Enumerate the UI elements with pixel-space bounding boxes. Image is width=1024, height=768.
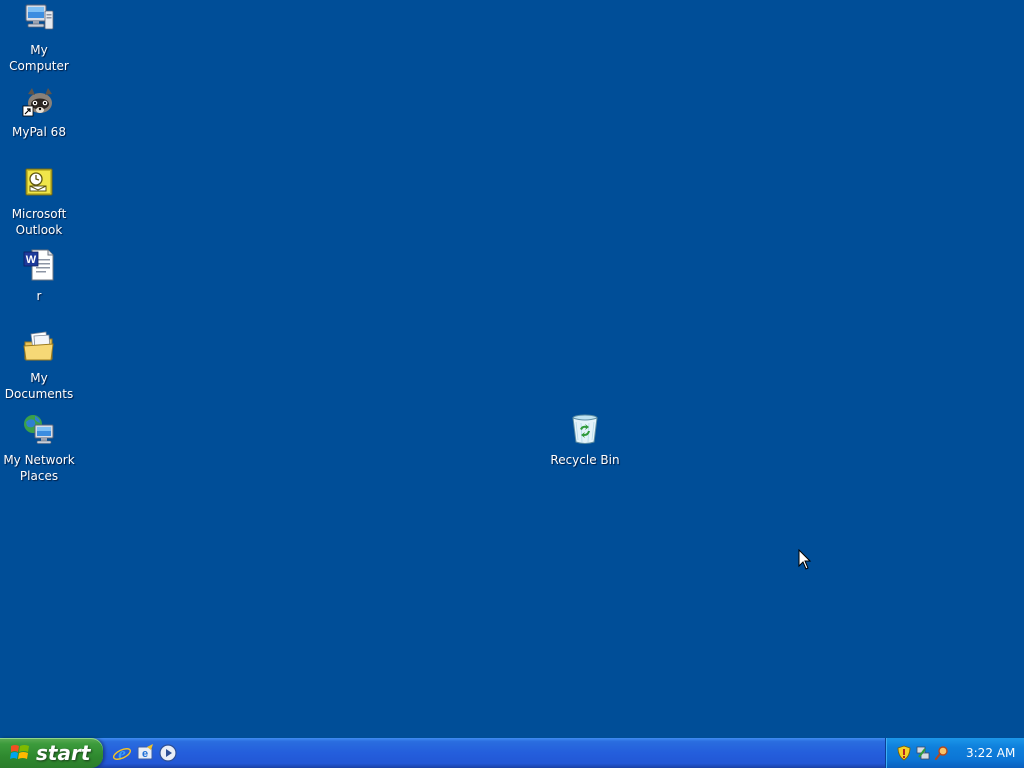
network-places-icon — [24, 415, 54, 444]
desktop-icon-recycle-bin[interactable]: Recycle Bin — [546, 412, 624, 468]
desktop-icon-outlook[interactable]: Microsoft Outlook — [0, 166, 78, 238]
internet-explorer-icon[interactable]: e — [112, 743, 132, 763]
word-document-icon: W — [23, 249, 54, 281]
security-shield-icon[interactable] — [896, 745, 912, 761]
outlook-icon — [25, 168, 53, 196]
desktop-icon-mypal[interactable]: MyPal 68 — [0, 84, 78, 140]
system-tray: 3:22 AM — [885, 738, 1024, 768]
desktop: My Computer MyPal 68 Microsoft Outlook W… — [0, 0, 1024, 738]
desktop-icon-label: Recycle Bin — [550, 453, 620, 467]
media-player-icon[interactable] — [158, 743, 178, 763]
svg-text:e: e — [142, 748, 148, 760]
quick-launch-bar: e e — [112, 743, 178, 763]
my-documents-folder-icon — [23, 331, 54, 361]
search-magnifier-icon[interactable] — [934, 745, 950, 761]
desktop-icon-label: My Computer — [9, 43, 69, 73]
taskbar-clock[interactable]: 3:22 AM — [966, 746, 1015, 760]
windows-logo-icon — [10, 745, 29, 759]
desktop-icon-my-computer[interactable]: My Computer — [0, 2, 78, 74]
desktop-icon-my-documents[interactable]: My Documents — [0, 330, 78, 402]
start-label: start — [36, 741, 91, 765]
desktop-icon-label: My Network Places — [3, 453, 75, 483]
start-button[interactable]: start — [0, 738, 103, 768]
network-tray-icon[interactable] — [915, 745, 931, 761]
my-computer-icon — [25, 4, 54, 30]
desktop-icon-label: Microsoft Outlook — [11, 207, 67, 237]
svg-text:e: e — [118, 744, 126, 763]
desktop-icon-word-doc-r[interactable]: W r — [0, 248, 78, 304]
taskbar: start e e 3:22 AM — [0, 738, 1024, 768]
mouse-cursor-icon — [798, 549, 812, 570]
desktop-icon-label: My Documents — [4, 371, 74, 401]
mypal-raccoon-icon — [22, 88, 52, 117]
desktop-icon-my-network-places[interactable]: My Network Places — [0, 412, 78, 484]
desktop-icon-label: r — [36, 289, 42, 303]
outlook-express-icon[interactable]: e — [135, 743, 155, 763]
svg-text:W: W — [26, 254, 37, 266]
desktop-icon-label: MyPal 68 — [12, 125, 66, 139]
recycle-bin-icon — [572, 414, 598, 444]
